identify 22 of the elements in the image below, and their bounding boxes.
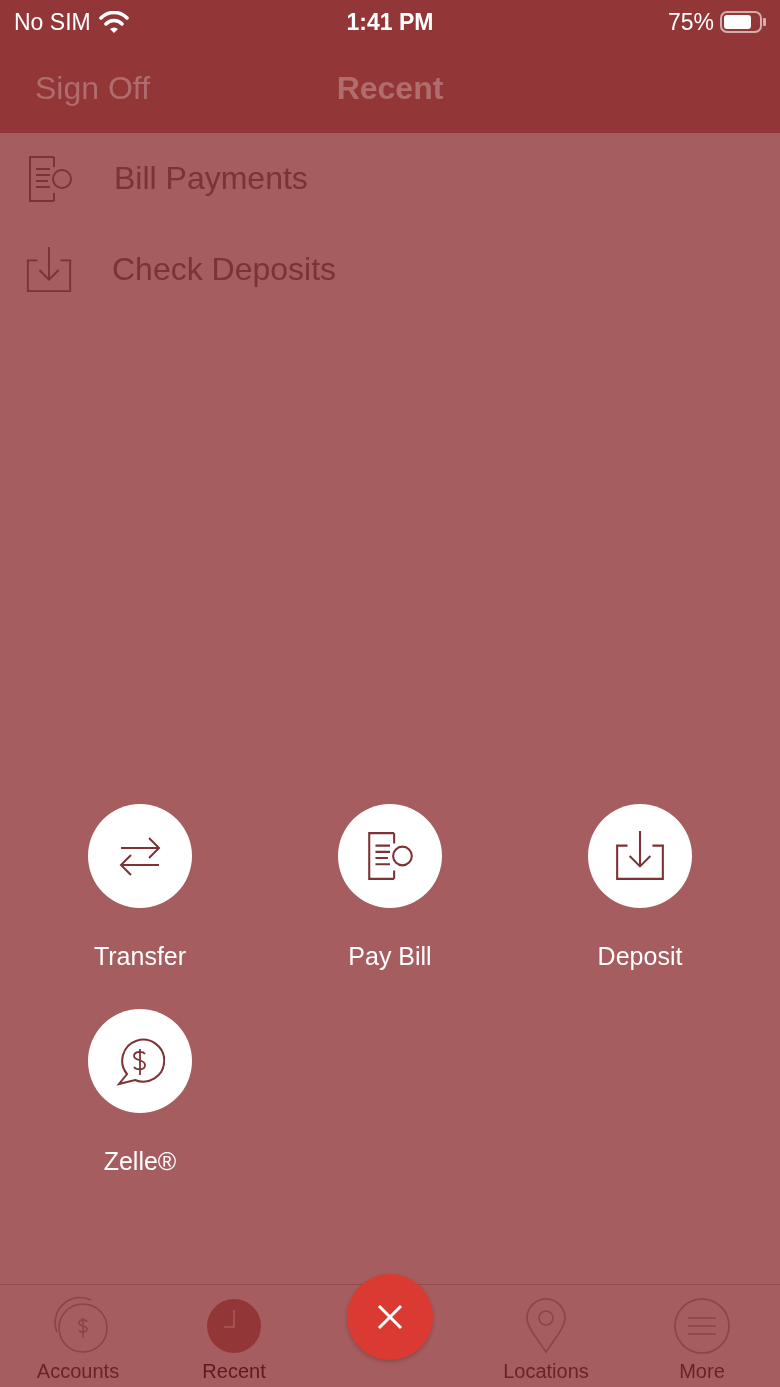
tab-bar-item[interactable]: Recent [156, 1285, 312, 1387]
wifi-icon [98, 11, 129, 33]
quick-action-label: Deposit [597, 942, 683, 971]
close-icon [377, 1304, 403, 1330]
download-tray-icon [613, 829, 667, 883]
download-tray-icon [24, 244, 74, 295]
clock-icon [206, 1298, 262, 1354]
quick-action-label: Transfer [93, 942, 187, 971]
close-button[interactable] [347, 1274, 433, 1360]
carrier-text: No SIM [14, 8, 91, 36]
tab-bar-item[interactable]: Locations [468, 1285, 624, 1387]
quick-action-label: Zelle® [103, 1147, 177, 1176]
status-time: 1:41 PM [346, 8, 434, 36]
chat-dollar-icon [115, 1036, 165, 1086]
menu-icon [674, 1298, 730, 1354]
tab-bar-item[interactable]: Accounts [0, 1285, 156, 1387]
location-pin-icon [525, 1298, 567, 1354]
tab-bar-item[interactable]: More [624, 1285, 780, 1387]
battery-icon [720, 11, 766, 33]
transfer-arrows-icon [119, 835, 161, 877]
battery-percent: 75% [667, 8, 714, 36]
quick-action-label: Pay Bill [348, 942, 432, 971]
